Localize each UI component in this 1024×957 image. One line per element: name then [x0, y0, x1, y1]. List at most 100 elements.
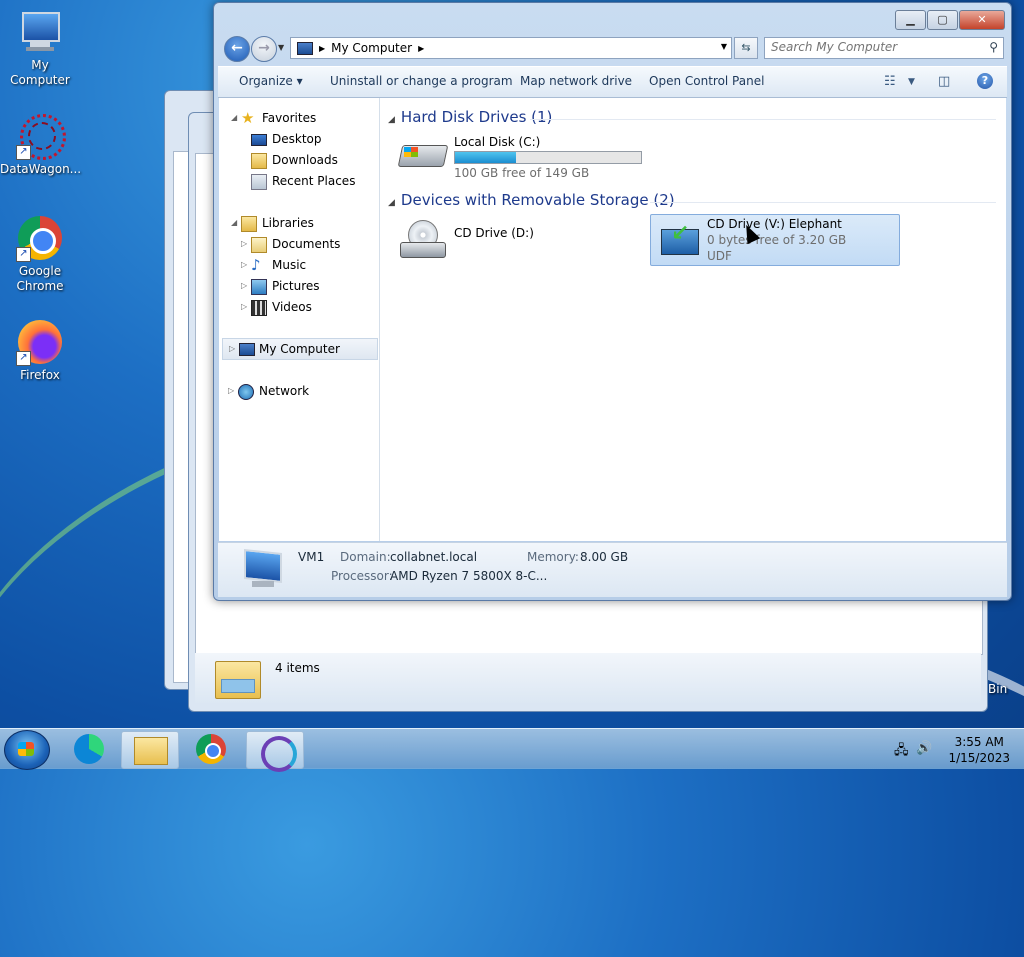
expanded-arrow-icon[interactable]: ◢ [388, 115, 395, 125]
taskbar: 🖧 🔊 3:55 AM 1/15/2023 [0, 728, 1024, 772]
forward-button[interactable]: → [251, 36, 277, 62]
drive-free-space: 100 GB free of 149 GB [454, 166, 590, 180]
nav-libraries[interactable]: ◢ Libraries [219, 213, 379, 233]
windows-logo-icon [18, 742, 34, 756]
collapsed-arrow-icon[interactable]: ▷ [241, 297, 247, 317]
change-view-icon[interactable]: ☷ [884, 74, 896, 89]
nav-network[interactable]: ▷ Network [219, 381, 379, 401]
recent-places-icon [251, 174, 267, 190]
close-button[interactable]: ✕ [959, 10, 1005, 30]
search-input[interactable] [765, 38, 977, 56]
collapsed-arrow-icon[interactable]: ▷ [241, 234, 247, 254]
refresh-button[interactable]: ⇆ [734, 37, 758, 59]
volume-icon[interactable]: 🔊 [916, 741, 932, 756]
desktop-icon-datawagon[interactable]: ↗ DataWagon... [0, 112, 81, 177]
search-box[interactable]: ⚲ [764, 37, 1004, 59]
clock-time: 3:55 AM [954, 735, 1004, 749]
items-count: 4 items [275, 661, 320, 675]
music-icon: ♪ [251, 256, 261, 274]
taskbar-explorer-button[interactable] [121, 731, 179, 769]
clock-date: 1/15/2023 [948, 751, 1010, 765]
collapsed-arrow-icon[interactable]: ▷ [241, 255, 247, 275]
processor-value: AMD Ryzen 7 5800X 8-C... [390, 569, 548, 583]
nav-music[interactable]: ▷ ♪ Music [219, 255, 379, 275]
back-button[interactable]: ← [224, 36, 250, 62]
nav-my-computer[interactable]: ▷ My Computer [222, 338, 378, 360]
edge-icon [74, 734, 104, 764]
nav-recent-places[interactable]: Recent Places [219, 171, 379, 191]
cd-drive-icon [400, 220, 446, 260]
chevron-right-icon[interactable]: ▶ [418, 44, 424, 53]
drive-cd-v-selected[interactable]: ↙ CD Drive (V:) Elephant 0 bytes free of… [650, 214, 900, 266]
star-icon: ★ [241, 109, 255, 127]
taskbar-app-button[interactable] [246, 731, 304, 772]
computer-name: VM1 [298, 550, 325, 564]
nav-favorites[interactable]: ◢ ★ Favorites [219, 108, 379, 128]
address-bar[interactable]: ▶ My Computer ▶ ▼ [290, 37, 732, 59]
disk-usage-fill [455, 152, 517, 163]
drive-name: CD Drive (D:) [454, 226, 534, 240]
breadcrumb-my-computer[interactable]: My Computer [331, 41, 412, 55]
libraries-icon [241, 216, 257, 232]
taskbar-chrome-button[interactable] [184, 731, 240, 767]
desktop-icon-label: Google Chrome [16, 264, 64, 293]
nav-videos[interactable]: ▷ Videos [219, 297, 379, 317]
clock[interactable]: 3:55 AM 1/15/2023 [948, 734, 1010, 766]
group-removable-storage[interactable]: ◢ Devices with Removable Storage (2) [388, 191, 675, 209]
firefox-icon: ↗ [16, 318, 64, 366]
search-icon[interactable]: ⚲ [989, 40, 998, 54]
expanded-arrow-icon[interactable]: ◢ [231, 213, 237, 233]
app-logo-icon [261, 736, 297, 772]
open-control-panel-button[interactable]: Open Control Panel [649, 74, 764, 88]
details-pane: VM1 Domain: collabnet.local Memory: 8.00… [218, 542, 1007, 597]
group-divider [650, 202, 996, 203]
domain-label: Domain: [340, 550, 391, 564]
shortcut-arrow-icon: ↗ [16, 247, 31, 262]
collapsed-arrow-icon[interactable]: ▷ [228, 381, 234, 401]
nav-downloads[interactable]: Downloads [219, 150, 379, 170]
group-hard-disk-drives[interactable]: ◢ Hard Disk Drives (1) [388, 108, 552, 126]
drive-name: CD Drive (V:) Elephant [707, 217, 842, 231]
desktop-icon [251, 134, 267, 146]
address-dropdown-icon[interactable]: ▼ [721, 42, 727, 51]
desktop-icon-my-computer[interactable]: My Computer [0, 8, 80, 88]
nav-documents[interactable]: ▷ Documents [219, 234, 379, 254]
shortcut-arrow-icon: ↗ [16, 351, 31, 366]
uninstall-program-button[interactable]: Uninstall or change a program [330, 74, 513, 88]
organize-button[interactable]: Organize ▾ [239, 74, 303, 88]
maximize-button[interactable]: ▢ [927, 10, 958, 30]
drive-file-system: UDF [707, 249, 732, 263]
processor-label: Processor: [331, 569, 393, 583]
recent-pages-dropdown[interactable]: ▼ [278, 43, 284, 52]
chrome-icon: ↗ [16, 214, 64, 262]
nav-desktop[interactable]: Desktop [219, 129, 379, 149]
group-divider [530, 119, 996, 120]
recycle-bin-label[interactable]: Bin [988, 682, 1007, 696]
command-bar: Organize ▾ Uninstall or change a program… [218, 66, 1007, 98]
videos-icon [251, 300, 267, 316]
map-network-drive-button[interactable]: Map network drive [520, 74, 632, 88]
computer-icon [297, 41, 313, 55]
network-tray-icon[interactable]: 🖧 [894, 741, 909, 763]
collapsed-arrow-icon[interactable]: ▷ [241, 276, 247, 296]
drive-local-disk-c[interactable]: Local Disk (C:) 100 GB free of 149 GB [397, 133, 648, 181]
start-button[interactable] [4, 730, 50, 770]
desktop-icon-chrome[interactable]: ↗ Google Chrome [0, 214, 80, 294]
nav-pictures[interactable]: ▷ Pictures [219, 276, 379, 296]
view-options-dropdown[interactable]: ▼ [908, 77, 915, 87]
drive-cd-d[interactable]: CD Drive (D:) [398, 216, 638, 264]
collapsed-arrow-icon[interactable]: ▷ [229, 339, 235, 359]
minimize-button[interactable]: ▁ [895, 10, 926, 30]
desktop-icon-firefox[interactable]: ↗ Firefox [0, 318, 80, 383]
chevron-right-icon[interactable]: ▶ [319, 44, 325, 53]
drive-free-space: 0 bytes free of 3.20 GB [707, 233, 847, 247]
expanded-arrow-icon[interactable]: ◢ [388, 198, 395, 208]
system-tray: 🖧 🔊 3:55 AM 1/15/2023 [884, 729, 1024, 769]
help-icon[interactable]: ? [977, 73, 993, 89]
taskbar-edge-button[interactable] [62, 731, 118, 767]
dvd-install-icon: ↙ [661, 223, 699, 255]
expanded-arrow-icon[interactable]: ◢ [231, 108, 237, 128]
preview-pane-icon[interactable]: ◫ [938, 74, 950, 89]
desktop-icon-label: Firefox [20, 368, 60, 382]
explorer-window[interactable]: ▁ ▢ ✕ ← → ▼ ▶ My Computer ▶ ▼ ⇆ ⚲ Organi… [213, 2, 1012, 601]
